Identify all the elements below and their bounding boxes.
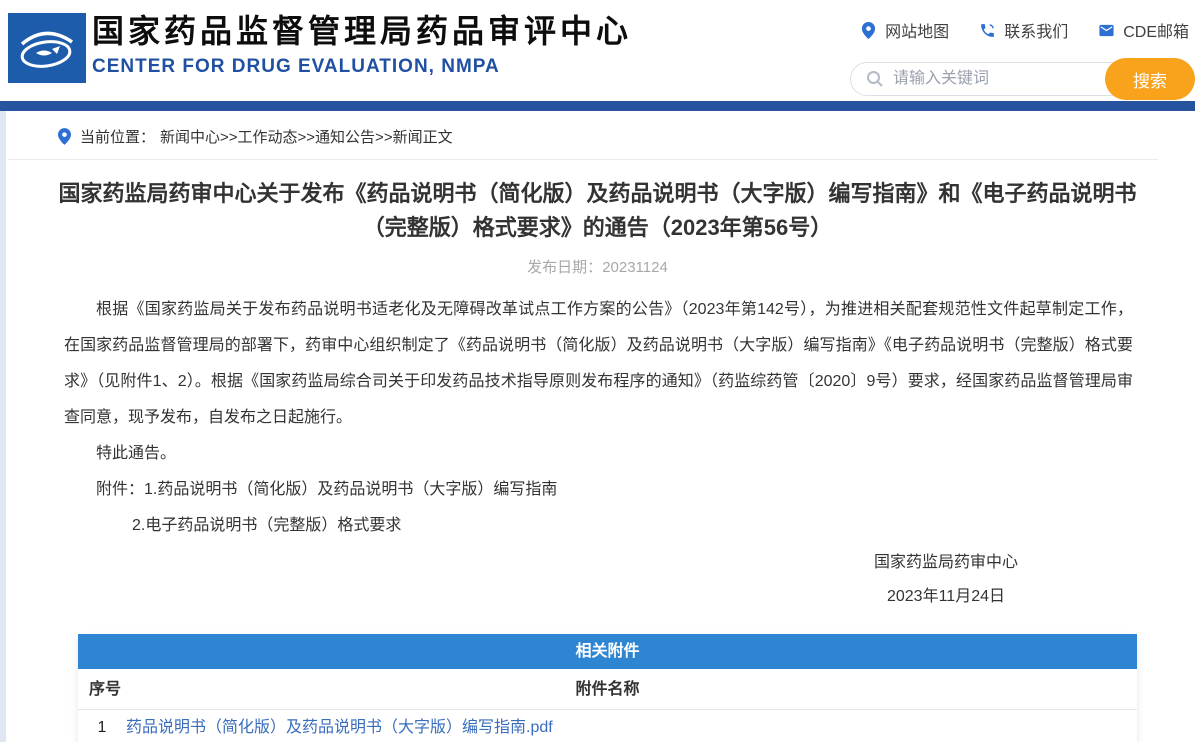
fish-logo-icon [16, 22, 78, 74]
cde-mail-link-label: CDE邮箱 [1123, 18, 1189, 42]
table-row: 1 药品说明书（简化版）及药品说明书（大字版）编写指南.pdf [78, 710, 1137, 742]
search-button[interactable]: 搜索 [1105, 58, 1195, 100]
publish-date: 发布日期：20231124 [0, 256, 1195, 277]
top-divider-bar [0, 101, 1195, 111]
location-pin-icon [58, 128, 71, 145]
attachment-link[interactable]: 药品说明书（简化版）及药品说明书（大字版）编写指南.pdf [126, 710, 553, 742]
attachments-table: 相关附件 序号 附件名称 1 药品说明书（简化版）及药品说明书（大字版）编写指南… [78, 634, 1137, 742]
signature-org: 国家药监局药审中心 [874, 546, 1018, 580]
location-pin-icon [860, 22, 877, 39]
contact-us-link-label: 联系我们 [1004, 18, 1068, 42]
header-quick-links: 网站地图 联系我们 CDE邮箱 [860, 18, 1189, 42]
site-title: 国家药品监督管理局药品审评中心 [92, 11, 632, 51]
mail-icon [1098, 22, 1115, 39]
article-body: 根据《国家药监局关于发布药品说明书适老化及无障碍改革试点工作方案的公告》（202… [64, 292, 1133, 544]
contact-us-link[interactable]: 联系我们 [979, 18, 1068, 42]
publish-date-value: 20231124 [602, 259, 668, 276]
article-paragraph: 根据《国家药监局关于发布药品说明书适老化及无障碍改革试点工作方案的公告》（202… [64, 292, 1133, 436]
publish-date-label: 发布日期： [527, 259, 602, 276]
breadcrumb-path[interactable]: 新闻中心>>工作动态>>通知公告>>新闻正文 [160, 126, 453, 147]
site-title-block: 国家药品监督管理局药品审评中心 CENTER FOR DRUG EVALUATI… [92, 11, 632, 78]
breadcrumb-label: 当前位置： [80, 126, 155, 147]
phone-icon [979, 22, 996, 39]
attachments-table-header: 序号 附件名称 [78, 669, 1137, 710]
search-icon [866, 70, 884, 88]
column-header-no: 序号 [89, 669, 121, 710]
signature-date: 2023年11月24日 [874, 580, 1018, 614]
sitemap-link[interactable]: 网站地图 [860, 18, 949, 42]
column-header-name: 附件名称 [575, 681, 639, 698]
article-title: 国家药监局药审中心关于发布《药品说明书（简化版）及药品说明书（大字版）编写指南》… [58, 177, 1137, 245]
attachment-row-number: 1 [87, 710, 117, 742]
breadcrumb-divider [8, 159, 1158, 160]
left-edge-strip [0, 111, 6, 742]
sitemap-link-label: 网站地图 [885, 18, 949, 42]
attachment-list-line: 2.电子药品说明书（完整版）格式要求 [132, 508, 1133, 544]
search-bar: 搜索 [850, 62, 1195, 96]
article-paragraph: 特此通告。 [64, 436, 1133, 472]
cde-mail-link[interactable]: CDE邮箱 [1098, 18, 1189, 42]
attachments-table-title: 相关附件 [78, 634, 1137, 669]
article-signature: 国家药监局药审中心 2023年11月24日 [0, 546, 1195, 614]
site-subtitle: CENTER FOR DRUG EVALUATION, NMPA [92, 56, 632, 78]
site-header: 国家药品监督管理局药品审评中心 CENTER FOR DRUG EVALUATI… [0, 0, 1195, 101]
attachment-list-line: 附件：1.药品说明书（简化版）及药品说明书（大字版）编写指南 [64, 472, 1133, 508]
cde-logo [8, 13, 86, 83]
breadcrumb: 当前位置： 新闻中心>>工作动态>>通知公告>>新闻正文 [58, 126, 1195, 147]
